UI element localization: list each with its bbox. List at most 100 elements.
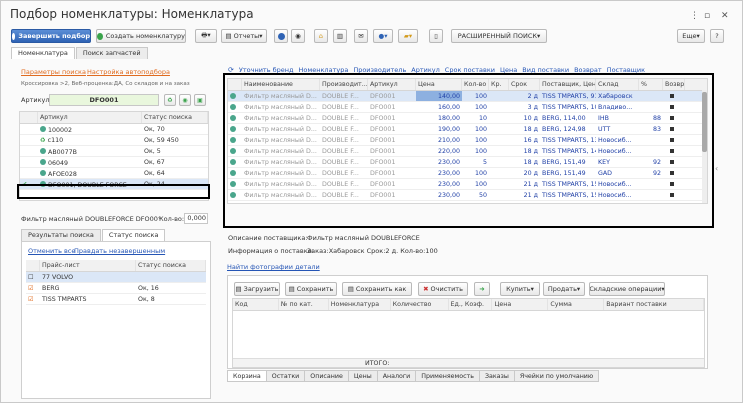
price-list-row[interactable]: ☐ 77 VOLVO — [26, 272, 206, 283]
group-link[interactable]: Уточнить бренд — [239, 66, 294, 74]
search-params-link[interactable]: Параметры поиска — [21, 68, 86, 76]
offer-row[interactable]: Фильтр масляный D... DOUBLE F... DFO001 210… — [228, 135, 707, 146]
save-icon: ▤ — [288, 285, 295, 293]
offer-row[interactable]: Фильтр масляный D... DOUBLE F... DFO001 230… — [228, 168, 707, 179]
offer-row[interactable]: Фильтр масляный D... DOUBLE F... DFO001 220… — [228, 146, 707, 157]
bottom-tab[interactable]: Описание — [304, 370, 349, 382]
clear-button[interactable]: ✖ Очистить — [418, 282, 468, 296]
info-button[interactable] — [274, 29, 288, 43]
save-button[interactable]: ▤ Сохранить — [285, 282, 337, 296]
print-button[interactable]: 🖶▾ — [195, 29, 217, 43]
group-link[interactable]: Номенклатура — [298, 66, 348, 74]
qty-input[interactable]: 0,000 — [184, 213, 208, 224]
bottom-tab[interactable]: Ячейки по умолчанию — [513, 370, 600, 382]
article-row[interactable]: AFOE028 Ок, 64 — [20, 168, 208, 179]
article-row[interactable]: ✔ DFO001, DOUBLE FORCE Ок, 24 — [20, 179, 208, 190]
offer-row[interactable]: Фильтр масляный D... DOUBLE F... DFO001 230… — [228, 179, 707, 190]
warehouse-ops-button[interactable]: Складские операции ▾ — [589, 282, 665, 296]
offer-article: DFO001 — [370, 159, 396, 166]
tab-search-results[interactable]: Результаты поиска — [21, 229, 101, 241]
attach-button[interactable]: ▰▾ — [398, 29, 418, 43]
offer-term: 10 д — [523, 115, 538, 122]
autoselect-settings-link[interactable]: Настройка автоподбора — [87, 68, 170, 76]
grouping-links: ⟳ Уточнить бренд Номенклатура Производител… — [228, 66, 645, 74]
home-button[interactable]: ⌂ — [314, 29, 328, 43]
dot-icon — [230, 115, 236, 121]
group-link[interactable]: Срок поставки — [445, 66, 495, 74]
bottom-tab[interactable]: Остатки — [265, 370, 306, 382]
sell-button[interactable]: Продать ▾ — [543, 282, 585, 296]
offer-maker: DOUBLE F... — [322, 137, 359, 144]
collapse-right-icon[interactable]: ‹ — [715, 164, 718, 173]
clear-icon: ✖ — [423, 285, 429, 293]
article-row[interactable]: ♻ c110 Ок, 59 450 — [20, 135, 208, 146]
create-nomenclature-button[interactable]: Создать номенклатуру — [96, 29, 186, 43]
offer-row[interactable]: Фильтр масляный D... DOUBLE F... DFO001 140… — [228, 91, 707, 102]
save-as-button[interactable]: ▤ Сохранить как — [342, 282, 412, 296]
buy-button[interactable]: Купить ▾ — [500, 282, 540, 296]
offer-qty: 100 — [474, 104, 487, 111]
load-button[interactable]: ▤ Загрузить — [234, 282, 280, 296]
offer-qty: 100 — [474, 170, 487, 177]
article-row[interactable]: 06049 Ок, 67 — [20, 157, 208, 168]
bottom-tab[interactable]: Цены — [347, 370, 378, 382]
offer-maker: DOUBLE F... — [322, 192, 359, 199]
col-pct: % — [639, 79, 663, 90]
offers-scroll-thumb[interactable] — [702, 92, 707, 152]
tab-nomenclature[interactable]: Номенклатура — [11, 47, 75, 59]
group-link[interactable]: Поставщик — [607, 66, 645, 74]
article-row[interactable]: AB0077B Ок, 5 — [20, 146, 208, 157]
group-link[interactable]: Вид поставки — [522, 66, 569, 74]
restore-icon[interactable]: ▫ — [704, 11, 710, 21]
advanced-search-button[interactable]: РАСШИРЕННЫЙ ПОИСК ▾ — [451, 29, 547, 43]
edit-button[interactable]: ▣ — [194, 94, 206, 106]
tab-parts-search[interactable]: Поиск запчастей — [75, 47, 148, 59]
bottom-tab[interactable]: Применяемость — [415, 370, 480, 382]
dot-icon — [230, 126, 236, 132]
find-photos-link[interactable]: Найти фотографии детали — [227, 263, 320, 271]
export-button[interactable]: ➜ — [474, 282, 490, 296]
view-button[interactable]: ◉ — [291, 29, 305, 43]
cancel-all-link[interactable]: Отменить все — [28, 247, 75, 255]
price-rows: ☐ 77 VOLVO ☑ BERG Ок, 16 ☑ TISS TMPARTS Ок, 8 — [26, 272, 206, 305]
offer-row[interactable]: Фильтр масляный D... DOUBLE F... DFO001 230… — [228, 157, 707, 168]
bottom-tab[interactable]: Корзина — [227, 370, 267, 382]
more-button[interactable]: Еще ▾ — [677, 29, 705, 43]
offer-row[interactable]: Фильтр масляный D... DOUBLE F... DFO001 230… — [228, 190, 707, 201]
help-button[interactable]: ? — [710, 29, 724, 43]
article-row[interactable]: 100002 Ок, 70 — [20, 124, 208, 135]
crossref-button[interactable]: ♻ — [164, 94, 176, 106]
reports-button[interactable]: ▤ Отчеты ▾ — [221, 29, 267, 43]
offers-scrollbar[interactable] — [702, 90, 707, 203]
group-link[interactable]: Возврат — [574, 66, 602, 74]
offer-article: DFO001 — [370, 192, 396, 199]
tab-search-status[interactable]: Статус поиска — [101, 229, 166, 241]
price-list-row[interactable]: ☑ TISS TMPARTS Ок, 8 — [26, 294, 206, 305]
search-button[interactable]: ◉ — [179, 94, 191, 106]
close-icon[interactable]: ✕ — [721, 11, 729, 21]
mail-button[interactable]: ✉ — [354, 29, 368, 43]
settings-button[interactable]: ▯ — [429, 29, 443, 43]
checkbox-empty-icon[interactable]: ☐ — [26, 272, 40, 282]
group-link[interactable]: Производитель — [353, 66, 406, 74]
return-icon — [670, 182, 674, 186]
article-status: Ок, 59 450 — [144, 137, 179, 144]
price-list-row[interactable]: ☑ BERG Ок, 16 — [26, 283, 206, 294]
rerun-unfinished-link[interactable]: Правдать незавершенным — [74, 247, 165, 255]
article-value: AFOE028 — [48, 171, 77, 178]
checkbox-checked-icon[interactable]: ☑ — [26, 283, 40, 293]
offer-row[interactable]: Фильтр масляный D... DOUBLE F... DFO001 180… — [228, 113, 707, 124]
bottom-tab[interactable]: Заказы — [478, 370, 515, 382]
finish-selection-button[interactable]: Завершить подбор — [11, 29, 91, 43]
more-vertical-icon[interactable]: ⋮ — [690, 11, 699, 21]
doc-button[interactable]: ▥ — [333, 29, 347, 43]
offer-row[interactable]: Фильтр масляный D... DOUBLE F... DFO001 190… — [228, 124, 707, 135]
article-input[interactable]: DFO001 — [49, 94, 159, 106]
status-button[interactable]: ●▾ — [373, 29, 393, 43]
group-link[interactable]: Цена — [500, 66, 517, 74]
bottom-tab[interactable]: Аналоги — [376, 370, 417, 382]
offer-row[interactable]: Фильтр масляный D... DOUBLE F... DFO001 160… — [228, 102, 707, 113]
checkbox-checked-icon[interactable]: ☑ — [26, 294, 40, 304]
group-link[interactable]: Артикул — [411, 66, 440, 74]
article-value: AB0077B — [48, 149, 77, 156]
